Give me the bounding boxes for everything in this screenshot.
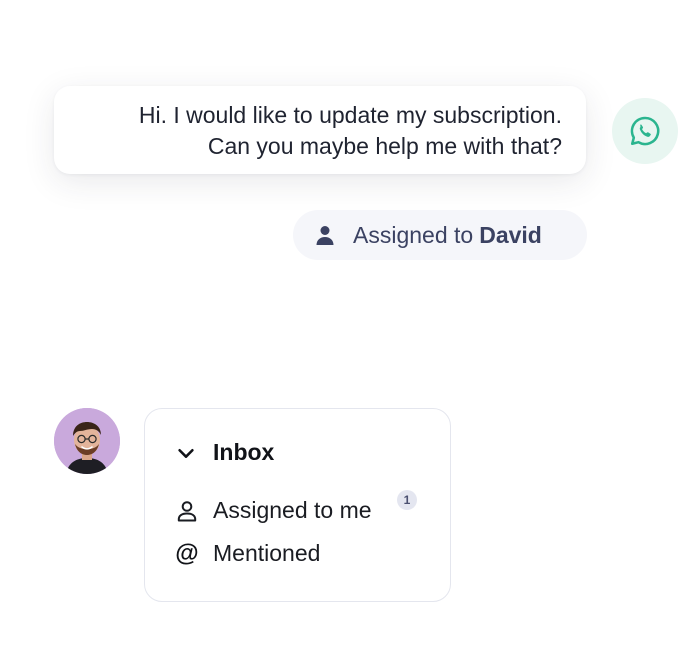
inbox-panel: Inbox Assigned to me 1 @ Mentioned (144, 408, 451, 602)
assignee-name: David (479, 221, 542, 248)
assigned-status-pill: Assigned to David (293, 210, 587, 260)
inbox-section-toggle[interactable]: Inbox (175, 439, 274, 466)
assigned-prefix: Assigned to (353, 221, 474, 248)
avatar (54, 408, 120, 474)
message-line: Can you maybe help me with that? (207, 133, 562, 159)
whatsapp-channel-badge (612, 98, 678, 164)
inbox-item-label: Mentioned (213, 540, 321, 566)
unread-count-badge: 1 (397, 490, 417, 510)
whatsapp-icon (630, 116, 660, 146)
inbox-item-label: Assigned to me (213, 497, 372, 523)
inbox-item-assigned-to-me[interactable]: Assigned to me (175, 497, 372, 524)
message-line: Hi. I would like to update my subscripti… (138, 102, 562, 128)
at-sign-icon: @ (175, 539, 199, 567)
chevron-down-icon (175, 442, 197, 464)
inbox-item-mentioned[interactable]: @ Mentioned (175, 540, 320, 567)
customer-message-bubble: Hi. I would like to update my subscripti… (54, 86, 586, 174)
user-outline-icon (175, 499, 199, 523)
inbox-title: Inbox (213, 439, 275, 465)
conversation-canvas: Hi. I would like to update my subscripti… (0, 0, 700, 648)
person-icon (313, 223, 337, 247)
